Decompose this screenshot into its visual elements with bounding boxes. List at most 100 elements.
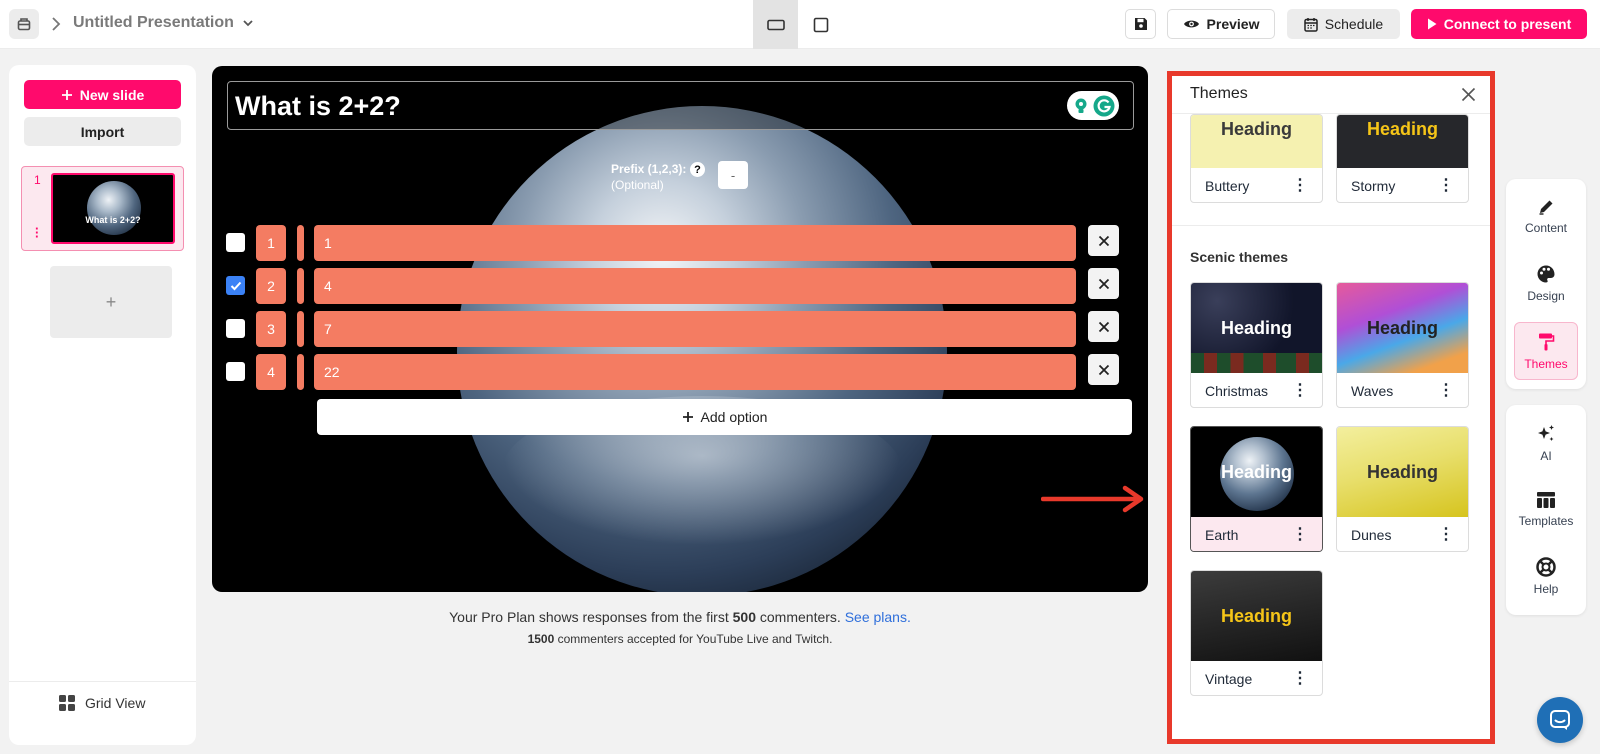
plan-line2-suffix: commenters accepted for YouTube Live and… (557, 632, 833, 646)
save-icon[interactable] (1125, 9, 1156, 39)
rail-content[interactable]: Content (1514, 189, 1578, 243)
plus-icon (682, 411, 694, 423)
option-input[interactable]: 22 (314, 354, 1076, 390)
slide-number: 1 (34, 173, 41, 187)
option-checkbox[interactable] (226, 319, 245, 338)
add-option-button[interactable]: Add option (317, 399, 1132, 435)
option-color-bar (297, 354, 304, 390)
theme-heading: Heading (1220, 119, 1292, 139)
add-option-label: Add option (700, 409, 768, 425)
theme-menu-icon[interactable]: ⋮ (1438, 177, 1454, 194)
close-icon[interactable] (1461, 87, 1476, 102)
plan-line2-count: 1500 (527, 632, 555, 646)
theme-card-buttery[interactable]: Heading Buttery ⋮ (1190, 114, 1323, 203)
square-aspect-button[interactable] (798, 0, 843, 49)
slide-preview-caption: What is 2+2? (85, 215, 141, 225)
rail-templates[interactable]: Templates (1514, 483, 1578, 535)
themes-title: Themes (1190, 85, 1248, 102)
import-button[interactable]: Import (24, 117, 181, 146)
play-icon (1427, 18, 1437, 30)
prefix-optional-text: (Optional) (611, 178, 664, 192)
plus-icon (61, 89, 73, 101)
remove-option-button[interactable] (1088, 311, 1119, 342)
slide-menu-icon[interactable]: · · · (35, 222, 39, 243)
add-slide-placeholder[interactable]: + (50, 266, 172, 338)
option-row: 4 22 (226, 354, 1136, 390)
grid-view-button[interactable]: Grid View (58, 694, 145, 712)
theme-card-dunes[interactable]: Heading Dunes ⋮ (1336, 426, 1469, 552)
option-checkbox[interactable] (226, 362, 245, 381)
option-input[interactable]: 1 (314, 225, 1076, 261)
earth-image (87, 181, 141, 235)
home-icon[interactable] (9, 9, 39, 39)
connect-to-present-button[interactable]: Connect to present (1411, 9, 1587, 39)
lightbulb-icon (1072, 97, 1090, 115)
schedule-label: Schedule (1324, 16, 1384, 32)
theme-thumb-vintage: Heading (1191, 571, 1322, 661)
theme-name: Vintage (1205, 670, 1253, 687)
pencil-icon (1537, 198, 1555, 216)
theme-footer: Dunes ⋮ (1337, 517, 1468, 551)
theme-card-christmas[interactable]: Heading Christmas ⋮ (1190, 282, 1323, 408)
slide-thumbnail[interactable]: 1 · · · What is 2+2? (21, 166, 184, 251)
rail-ai-label: AI (1540, 448, 1552, 463)
theme-menu-icon[interactable]: ⋮ (1438, 382, 1454, 399)
theme-card-stormy[interactable]: Heading Stormy ⋮ (1336, 114, 1469, 203)
wide-aspect-button[interactable] (753, 0, 798, 49)
rail-ai[interactable]: AI (1514, 417, 1578, 469)
theme-heading: Heading (1366, 461, 1438, 482)
theme-card-vintage[interactable]: Heading Vintage ⋮ (1190, 570, 1323, 696)
theme-heading: Heading (1220, 317, 1292, 338)
theme-menu-icon[interactable]: ⋮ (1292, 177, 1308, 194)
see-plans-link[interactable]: See plans. (845, 609, 911, 625)
theme-card-earth[interactable]: Heading Earth ⋮ (1190, 426, 1323, 552)
prefix-label: Prefix (1,2,3): (Optional) (611, 161, 686, 193)
option-color-bar (297, 268, 304, 304)
import-label: Import (80, 123, 125, 140)
rail-themes[interactable]: Themes (1514, 322, 1578, 380)
theme-menu-icon[interactable]: ⋮ (1292, 382, 1308, 399)
theme-thumb-earth: Heading (1191, 427, 1322, 517)
theme-footer: Waves ⋮ (1337, 373, 1468, 407)
remove-option-button[interactable] (1088, 354, 1119, 385)
grammarly-widget[interactable] (1067, 91, 1119, 120)
question-box[interactable]: What is 2+2? (227, 81, 1134, 130)
prefix-help-icon[interactable]: ? (690, 162, 705, 177)
top-bar: Untitled Presentation Preview Schedule C… (0, 0, 1600, 49)
theme-menu-icon[interactable]: ⋮ (1438, 526, 1454, 543)
remove-option-button[interactable] (1088, 225, 1119, 256)
rail-design[interactable]: Design (1514, 256, 1578, 310)
option-color-bar (297, 225, 304, 261)
new-slide-button[interactable]: New slide (24, 80, 181, 109)
rail-help[interactable]: Help (1514, 550, 1578, 602)
presentation-title[interactable]: Untitled Presentation (73, 14, 254, 32)
option-row: 3 7 (226, 311, 1136, 347)
option-checkbox[interactable] (226, 233, 245, 252)
option-input[interactable]: 4 (314, 268, 1076, 304)
theme-card-waves[interactable]: Heading Waves ⋮ (1336, 282, 1469, 408)
option-color-bar (297, 311, 304, 347)
prefix-input[interactable]: - (718, 161, 748, 189)
preview-button[interactable]: Preview (1167, 9, 1275, 39)
prefix-label-text: Prefix (1,2,3): (611, 162, 687, 176)
templates-icon (1536, 491, 1556, 509)
theme-menu-icon[interactable]: ⋮ (1292, 670, 1308, 687)
theme-thumb-buttery: Heading (1191, 115, 1322, 168)
rail-help-label: Help (1533, 581, 1559, 596)
theme-heading: Heading (1220, 462, 1292, 482)
theme-footer: Stormy ⋮ (1337, 168, 1468, 202)
option-number: 1 (256, 225, 286, 261)
theme-heading: Heading (1220, 605, 1292, 626)
remove-option-button[interactable] (1088, 268, 1119, 299)
schedule-button[interactable]: Schedule (1287, 9, 1400, 39)
option-input[interactable]: 7 (314, 311, 1076, 347)
lifebuoy-icon (1536, 556, 1556, 577)
option-checkbox-checked[interactable] (226, 276, 245, 295)
christmas-trees (1191, 353, 1322, 373)
chat-support-button[interactable] (1537, 697, 1583, 743)
chevron-right-icon (50, 16, 62, 32)
prefix-input-value: - (730, 167, 736, 183)
slide-canvas: What is 2+2? Prefix (1,2,3): (Optional) … (212, 66, 1148, 592)
checkmark-icon (230, 281, 242, 291)
theme-menu-icon[interactable]: ⋮ (1292, 526, 1308, 543)
